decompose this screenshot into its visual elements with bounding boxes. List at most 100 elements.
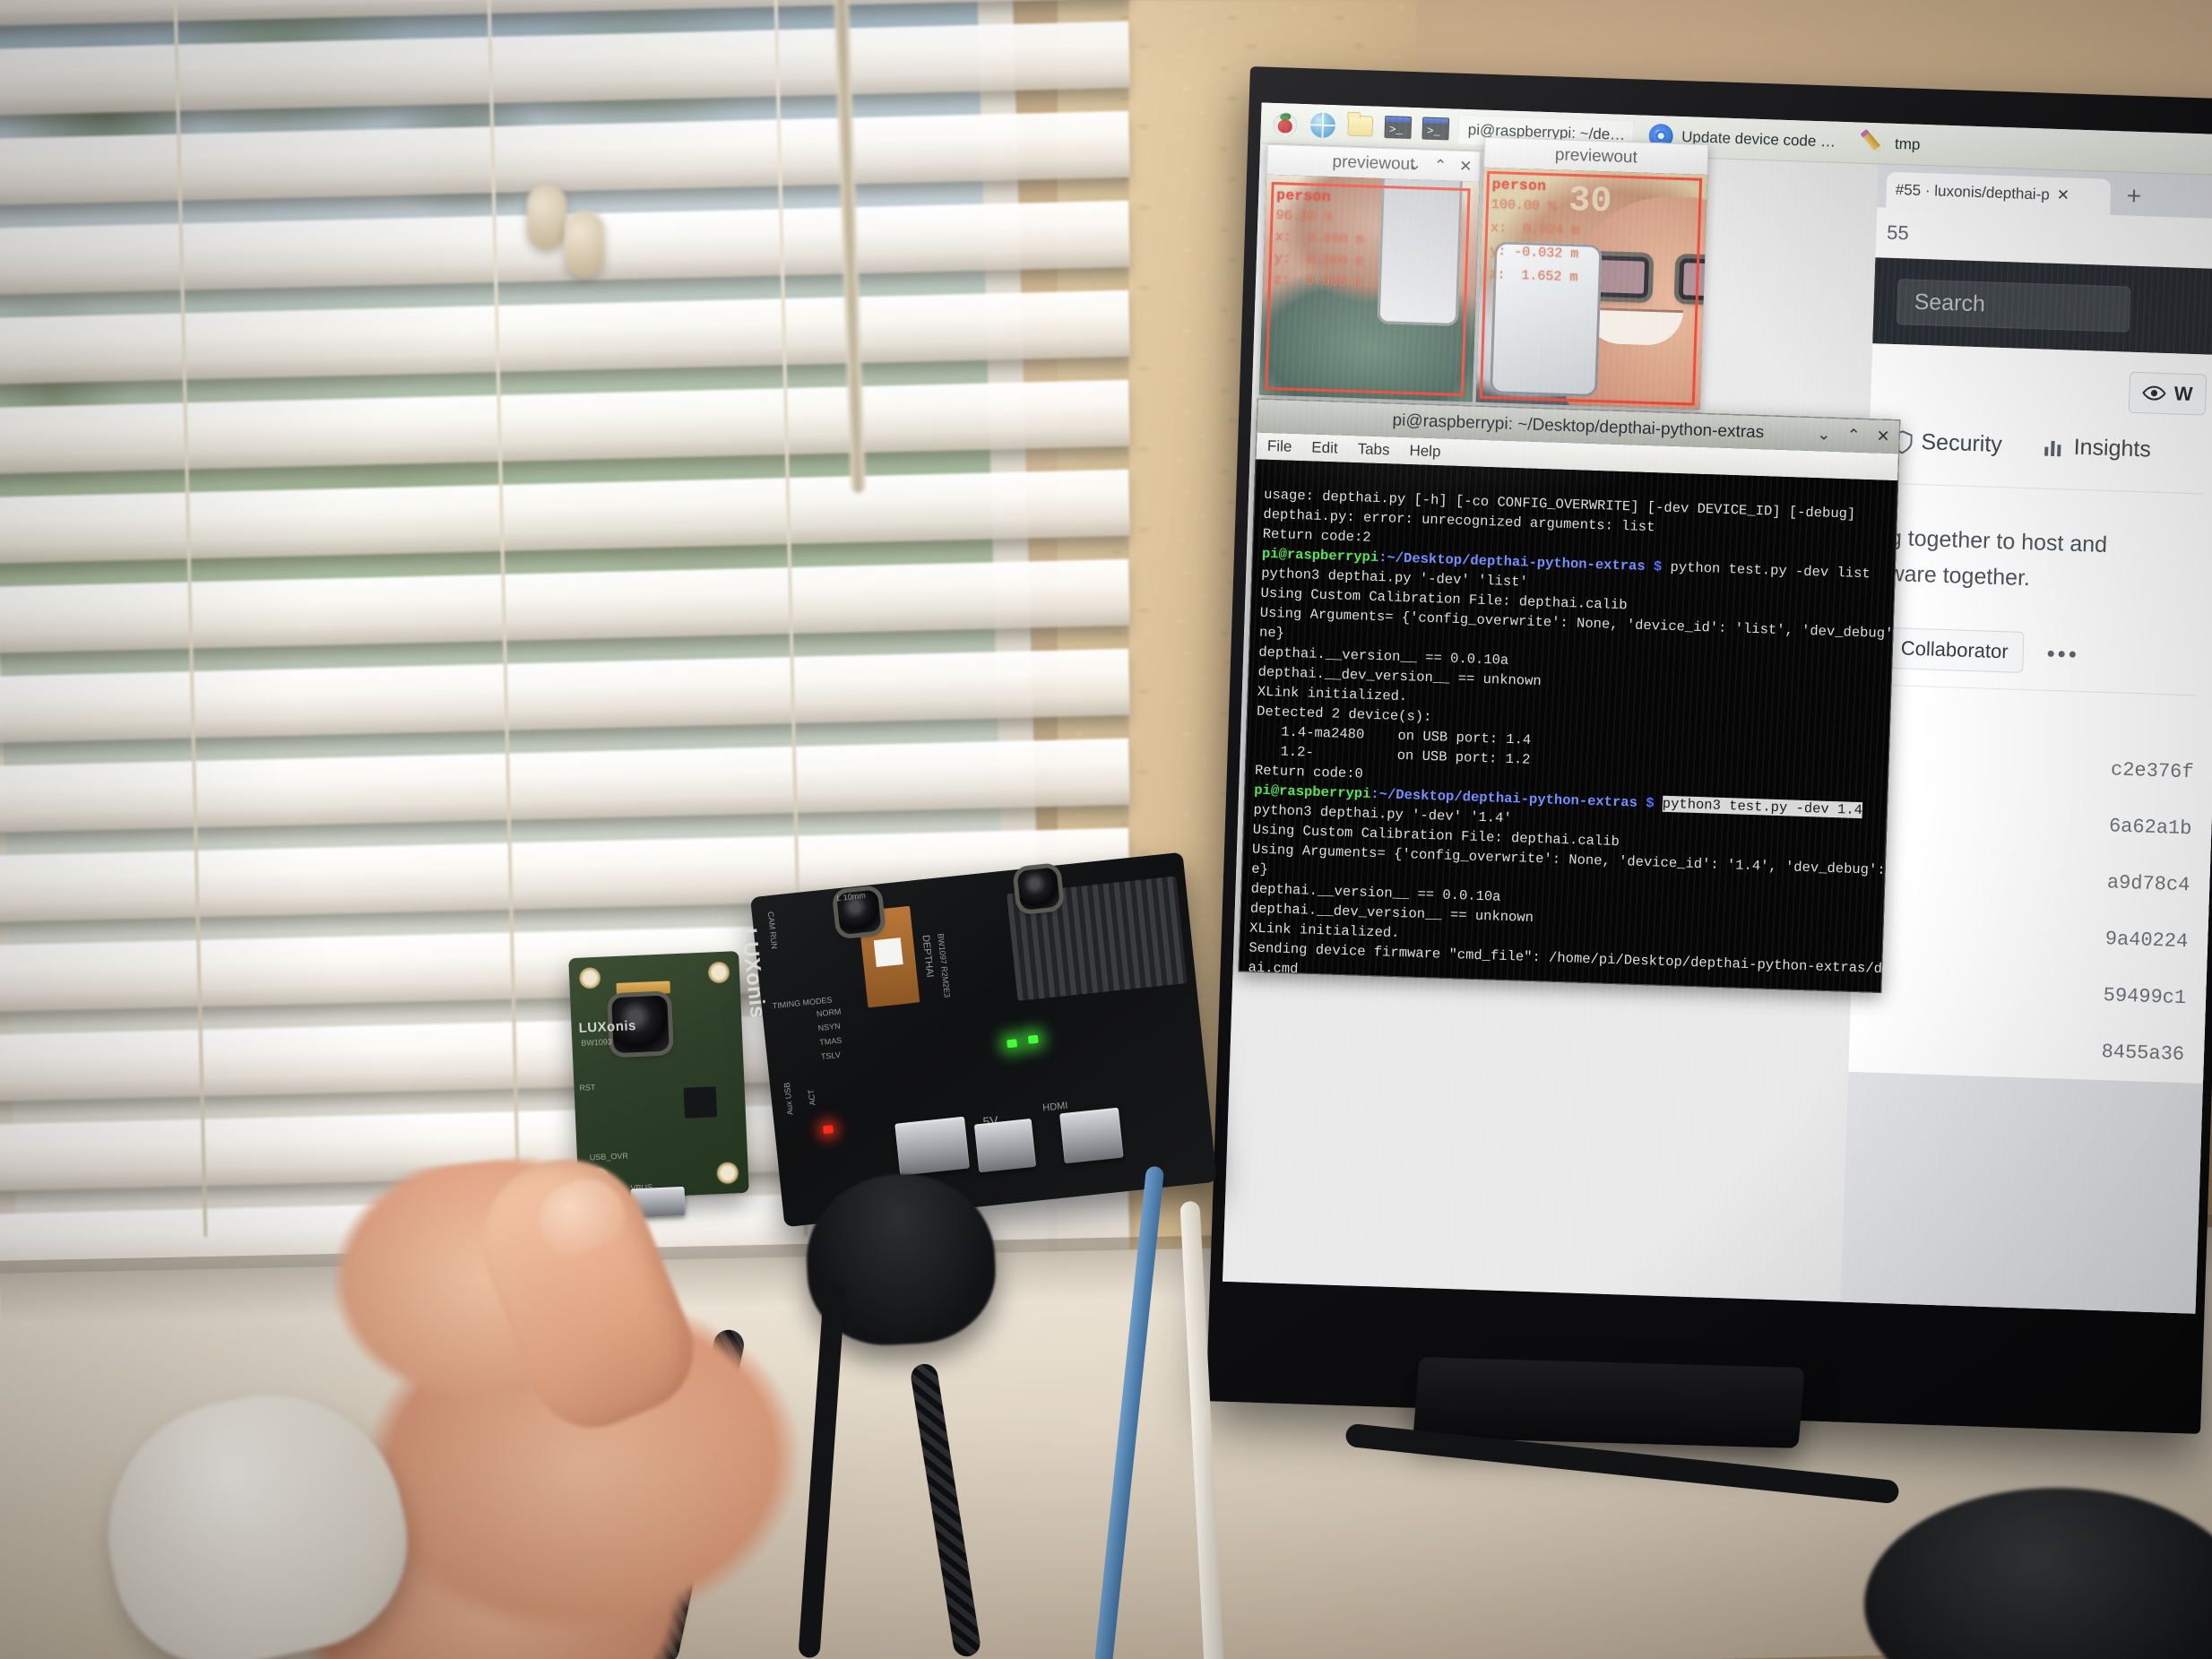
terminal-line: ai.cmd [1248,959,1299,978]
board-silk-label: TMAS [818,1035,842,1048]
more-menu-button[interactable]: ••• [2046,639,2079,668]
pencil-icon [1853,124,1891,161]
graph-icon [2044,440,2061,456]
collab-divider [1884,684,2197,696]
minimize-icon[interactable]: ⌄ [1408,156,1421,174]
nav-item-security-label: Security [1921,429,2003,458]
terminal-line: Return code:0 [1254,762,1364,782]
list-item[interactable]: 9a40224 [1875,903,2189,971]
menu-file[interactable]: File [1267,437,1292,456]
nav-item-insights[interactable]: Insights [2043,434,2151,463]
board-brand-label: LUXonis [578,1018,637,1036]
board-silk-label: HDMI [1041,1100,1068,1114]
depthai-lens-right [1016,867,1060,911]
nav-item-security[interactable]: Security [1892,428,2002,458]
list-item[interactable]: 6a62a1b [1879,791,2193,858]
detection-label: person [1275,187,1332,206]
detection-x: x: 0.024 m [1490,220,1580,239]
terminal-line: e} [1251,860,1269,878]
list-item[interactable]: c2e376f [1881,734,2195,801]
ic-chip [683,1086,718,1119]
github-repo-nav[interactable]: Security Insights [1892,405,2206,478]
github-search-input[interactable]: Search [1896,278,2131,333]
mount-hole [577,965,602,990]
chrome-window[interactable]: #55 · luxonis/depthai-p ✕ + 55 Search W … [1840,164,2212,1314]
browser-icon[interactable] [1307,111,1338,139]
detection-z: z: 0.000 m [1273,272,1363,291]
raspberry-pi-desktop: >_ >_ pi@raspberrypi: ~/de… Update devic… [1223,102,2212,1314]
menu-help[interactable]: Help [1409,442,1441,461]
collaborator-row[interactable]: Collaborator ••• [1885,592,2199,678]
watch-button[interactable]: W [2128,371,2208,416]
status-led-green-2 [1027,1034,1039,1044]
terminal-controls[interactable]: ⌄ ⌃ ✕ [1817,425,1890,446]
terminal-window[interactable]: pi@raspberrypi: ~/Desktop/depthai-python… [1238,398,1901,993]
board-silk-label: Aux USB [782,1082,795,1116]
terminal-line: Sending device firmware "cmd_file": /hom… [1249,939,1899,979]
detection-y: y: -0.032 m [1490,243,1579,263]
watch-label: W [2173,382,2193,406]
chrome-tab-label: #55 · luxonis/depthai-p [1895,180,2051,203]
menu-edit[interactable]: Edit [1311,439,1338,458]
preview-left-controls[interactable]: ⌄ ⌃ ✕ [1408,150,1473,182]
file-manager-icon[interactable] [1344,112,1376,140]
list-item[interactable]: a9d78c4 [1877,847,2190,914]
terminal-line: ne} [1258,624,1285,642]
nav-item-insights-label: Insights [2073,434,2152,462]
commit-hash-list: c2e376f 6a62a1b a9d78c4 9a40224 59499c1 … [1871,702,2196,1083]
terminal-icon-2[interactable]: >_ [1420,115,1451,143]
github-header: Search [1872,257,2212,356]
nav-divider [1890,482,2203,495]
monitor-stand [1413,1357,1805,1448]
board-silk-label: RST [579,1083,596,1093]
menu-tabs[interactable]: Tabs [1357,440,1390,459]
camera-ribbon [616,981,671,996]
raspberry-menu-icon[interactable] [1269,109,1300,137]
monitor-screen[interactable]: >_ >_ pi@raspberrypi: ~/de… Update devic… [1223,102,2212,1314]
detection-confidence: 100.00 % [1491,197,1557,215]
detection-x: x: 0.000 m [1274,229,1364,248]
board-silk-label: ACT [806,1088,817,1106]
github-page: W Security Insights g together to host a… [1848,343,2212,1084]
board-silk-label: TSLV [820,1050,842,1062]
terminal-line: Return code:2 [1262,525,1371,546]
board-silk-label: NORM [816,1007,842,1019]
preview-window-right[interactable]: previewout person 100.00 % x: 0.024 m y:… [1475,136,1709,410]
maximize-icon[interactable]: ⌃ [1434,157,1447,175]
terminal-line: XLink initialized. [1257,683,1408,705]
qr-code-sticker [873,938,903,968]
detection-label: person [1491,177,1547,195]
maximize-icon[interactable]: ⌃ [1846,426,1861,445]
fps-overlay: 30 [1568,180,1612,223]
blind-knob-1[interactable] [527,184,566,250]
new-tab-button[interactable]: + [2112,181,2156,217]
chrome-tab-issue[interactable]: #55 · luxonis/depthai-p ✕ [1886,171,2112,215]
photo-scene: >_ >_ pi@raspberrypi: ~/de… Update devic… [0,0,2212,1659]
terminal-line: Successfully connected to device. [1247,979,1524,993]
terminal-icon-1[interactable]: >_ [1382,113,1413,141]
list-item[interactable]: 59499c1 [1873,960,2187,1027]
issue-number-label: 55 [1886,220,1910,245]
task-editor-label: tmp [1894,134,1921,153]
power-led-red [823,1125,834,1135]
blind-knob-2[interactable] [565,211,604,277]
board-silk-label: NSYN [817,1021,842,1033]
close-icon[interactable]: ✕ [1876,427,1890,445]
list-item[interactable]: 8455a36 [1871,1016,2185,1084]
status-led-green-1 [1007,1039,1018,1049]
mount-hole [706,960,731,985]
close-icon[interactable]: ✕ [2056,186,2069,204]
terminal-line: XLink initialized. [1249,920,1400,942]
board-revision-label: BW1097 R2M2E3 [936,932,952,998]
terminal-command-2-selected[interactable]: python3 test.py -dev 1.4 [1662,795,1863,819]
terminal-command-1: python test.py -dev list [1661,558,1871,583]
eye-icon [2142,385,2166,401]
task-editor[interactable]: tmp [1851,127,1929,160]
terminal-output[interactable]: usage: depthai.py [-h] [-co CONFIG_OVERW… [1238,459,1899,993]
close-icon[interactable]: ✕ [1459,158,1473,176]
minimize-icon[interactable]: ⌄ [1817,425,1831,444]
preview-left-title: previewout [1332,151,1415,174]
usb-connector-1 [973,1118,1037,1173]
detection-z: z: 1.652 m [1489,266,1578,286]
preview-window-left[interactable]: previewout ⌄ ⌃ ✕ person 96.88 % x: 0.000… [1258,143,1482,402]
